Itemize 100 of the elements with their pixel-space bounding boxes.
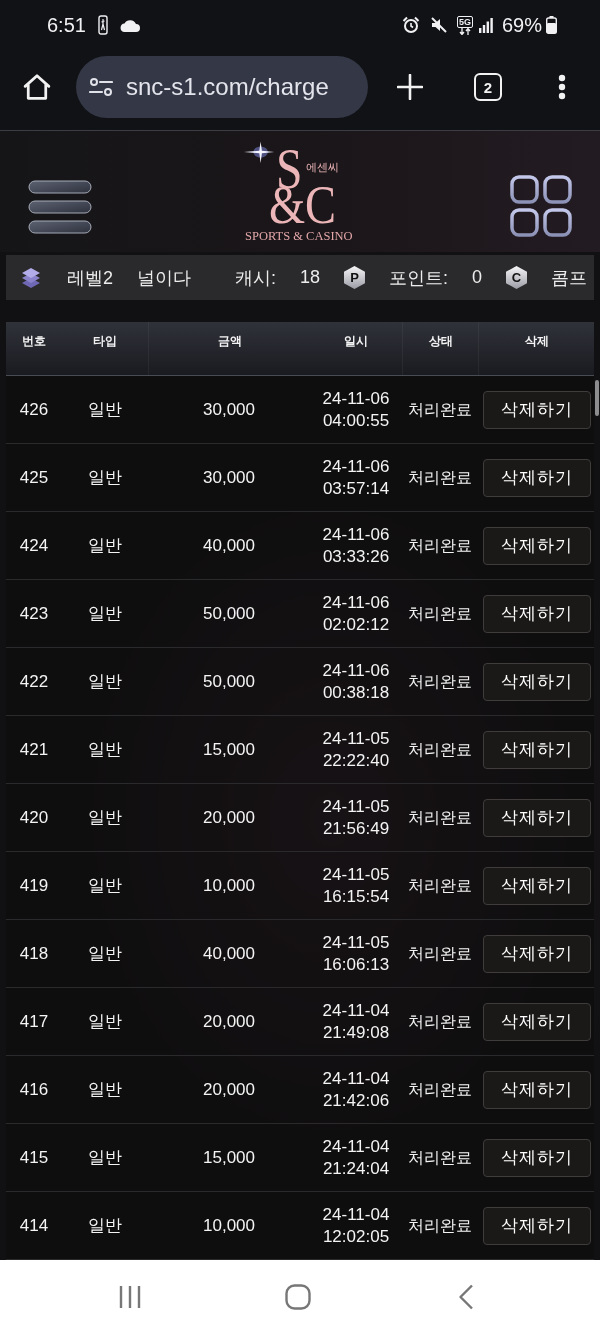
row-status: 처리완료 <box>408 535 472 556</box>
delete-button[interactable]: 삭제하기 <box>483 390 591 429</box>
muted-speaker-icon <box>429 16 448 34</box>
delete-button[interactable]: 삭제하기 <box>483 866 591 905</box>
battery-icon <box>546 16 557 34</box>
row-number: 415 <box>19 1146 49 1169</box>
menu-icon[interactable] <box>28 180 92 234</box>
row-number: 419 <box>19 874 49 897</box>
row-type: 일반 <box>88 1078 122 1101</box>
row-time: 21:24:04 <box>322 1157 390 1180</box>
row-date: 24-11-06 <box>322 591 390 614</box>
recent-apps-icon[interactable] <box>119 1284 141 1309</box>
row-number: 418 <box>19 942 49 965</box>
row-amount: 20,000 <box>203 1078 255 1101</box>
delete-button[interactable]: 삭제하기 <box>483 662 591 701</box>
row-number: 416 <box>19 1078 49 1101</box>
row-amount: 20,000 <box>203 1010 255 1033</box>
row-type: 일반 <box>88 806 122 829</box>
row-date: 24-11-04 <box>322 1135 390 1158</box>
row-amount: 40,000 <box>203 942 255 965</box>
row-type: 일반 <box>88 602 122 625</box>
delete-button[interactable]: 삭제하기 <box>483 1070 591 1109</box>
row-date: 24-11-06 <box>322 387 390 410</box>
row-status: 처리완료 <box>408 1011 472 1032</box>
column-header: 일시 <box>344 334 368 348</box>
back-icon[interactable] <box>458 1283 474 1310</box>
row-time: 22:22:40 <box>322 749 390 772</box>
points-label: 포인트: <box>388 266 448 290</box>
delete-button[interactable]: 삭제하기 <box>483 1138 591 1177</box>
delete-button[interactable]: 삭제하기 <box>483 1002 591 1041</box>
plus-icon[interactable] <box>397 74 423 100</box>
level-label: 레벨2 <box>67 266 113 290</box>
row-amount: 20,000 <box>203 806 255 829</box>
row-date: 24-11-05 <box>322 931 390 954</box>
delete-button[interactable]: 삭제하기 <box>483 730 591 769</box>
row-status: 처리완료 <box>408 1215 472 1236</box>
row-time: 03:57:14 <box>322 477 390 500</box>
points-value: 0 <box>472 267 482 288</box>
row-amount: 50,000 <box>203 602 255 625</box>
delete-button[interactable]: 삭제하기 <box>483 526 591 565</box>
row-type: 일반 <box>88 1146 122 1169</box>
comp-badge: C <box>506 266 527 289</box>
cash-value: 18 <box>299 267 320 288</box>
tune-icon[interactable] <box>89 78 113 96</box>
row-number: 420 <box>19 806 49 829</box>
row-time: 04:00:55 <box>322 409 390 432</box>
row-amount: 10,000 <box>203 874 255 897</box>
column-header: 금액 <box>217 334 242 348</box>
row-status: 처리완료 <box>408 1147 472 1168</box>
row-type: 일반 <box>88 874 122 897</box>
row-status: 처리완료 <box>408 467 472 488</box>
scrollbar-thumb <box>595 380 599 416</box>
row-time: 16:06:13 <box>322 953 390 976</box>
signal-icon <box>478 17 493 33</box>
row-time: 21:56:49 <box>322 817 390 840</box>
delete-button[interactable]: 삭제하기 <box>483 798 591 837</box>
row-number: 422 <box>19 670 49 693</box>
delete-button[interactable]: 삭제하기 <box>483 1206 591 1245</box>
row-status: 처리완료 <box>408 739 472 760</box>
logo-letter: &C <box>269 187 337 225</box>
row-amount: 40,000 <box>203 534 255 557</box>
more-icon[interactable] <box>558 74 566 100</box>
row-number: 414 <box>19 1214 49 1237</box>
row-amount: 15,000 <box>203 1146 255 1169</box>
network-type-label: 5G <box>456 15 473 28</box>
row-type: 일반 <box>88 942 122 965</box>
data-arrows-icon <box>458 27 471 35</box>
row-number: 417 <box>19 1010 49 1033</box>
tab-count-button[interactable]: 2 <box>474 73 502 101</box>
row-status: 처리완료 <box>408 875 472 896</box>
row-type: 일반 <box>88 738 122 761</box>
row-status: 처리완료 <box>408 671 472 692</box>
delete-button[interactable]: 삭제하기 <box>483 934 591 973</box>
row-date: 24-11-06 <box>322 659 390 682</box>
column-header: 번호 <box>22 334 46 348</box>
grid-icon[interactable] <box>510 175 572 237</box>
row-status: 처리완료 <box>408 399 472 420</box>
delete-button[interactable]: 삭제하기 <box>483 458 591 497</box>
row-type: 일반 <box>88 466 122 489</box>
address-bar[interactable]: snc-s1.com/charge <box>76 56 368 118</box>
row-number: 421 <box>19 738 49 761</box>
row-type: 일반 <box>88 670 122 693</box>
comp-label[interactable]: 콤프 <box>551 265 587 290</box>
row-time: 00:38:18 <box>322 681 390 704</box>
logo-letter: S <box>276 150 303 189</box>
row-date: 24-11-04 <box>322 999 390 1022</box>
logo-tagline: SPORTS & CASINO <box>245 230 353 243</box>
row-date: 24-11-04 <box>322 1067 390 1090</box>
row-status: 처리완료 <box>408 1079 472 1100</box>
home-icon[interactable] <box>22 72 52 102</box>
nickname: 널이다 <box>137 266 191 290</box>
delete-button[interactable]: 삭제하기 <box>483 594 591 633</box>
row-number: 424 <box>19 534 49 557</box>
row-status: 처리완료 <box>408 603 472 624</box>
battery-percentage: 69% <box>501 15 542 35</box>
point-badge: P <box>343 266 365 289</box>
row-time: 16:15:54 <box>322 885 390 908</box>
row-date: 24-11-04 <box>322 1203 390 1226</box>
column-header: 상태 <box>428 334 453 348</box>
row-status: 처리완료 <box>408 943 472 964</box>
